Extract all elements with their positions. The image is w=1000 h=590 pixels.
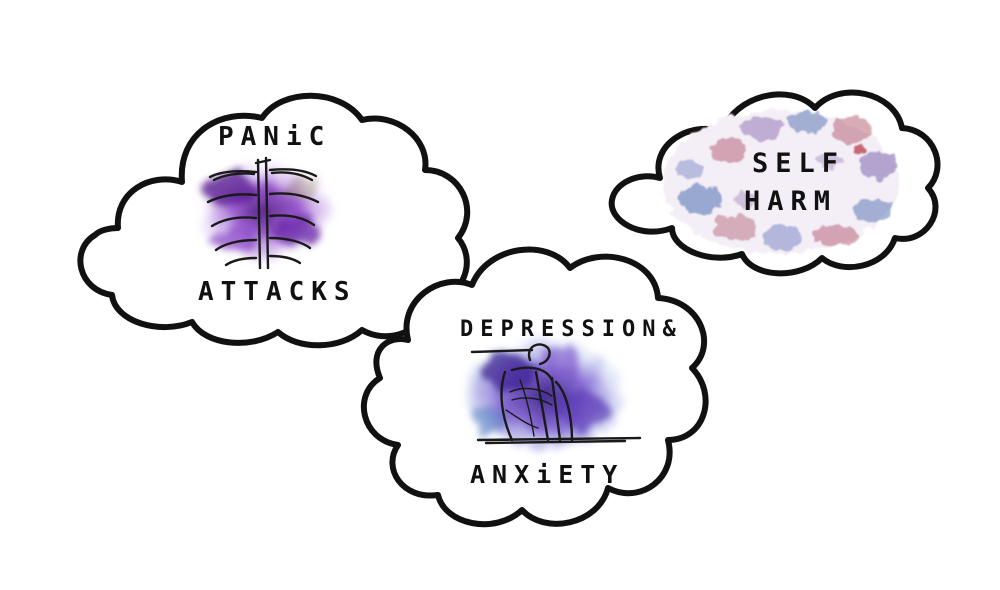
cloud-label-top: SELF (752, 148, 845, 179)
illustration-canvas: PANiC ATTACKS SELF HARM DEPRESSION& ANXi… (77, 89, 941, 528)
cloud-label-top: DEPRESSION& (460, 317, 683, 342)
watercolor-pattern (662, 110, 898, 254)
cloud-label-bottom: ATTACKS (198, 277, 357, 307)
cloud-label-bottom: HARM (744, 186, 837, 217)
cloud-self-harm: SELF HARM (608, 89, 941, 277)
cloud-label-bottom: ANXiETY (470, 460, 624, 489)
cloud-label-top: PANiC (218, 122, 331, 152)
